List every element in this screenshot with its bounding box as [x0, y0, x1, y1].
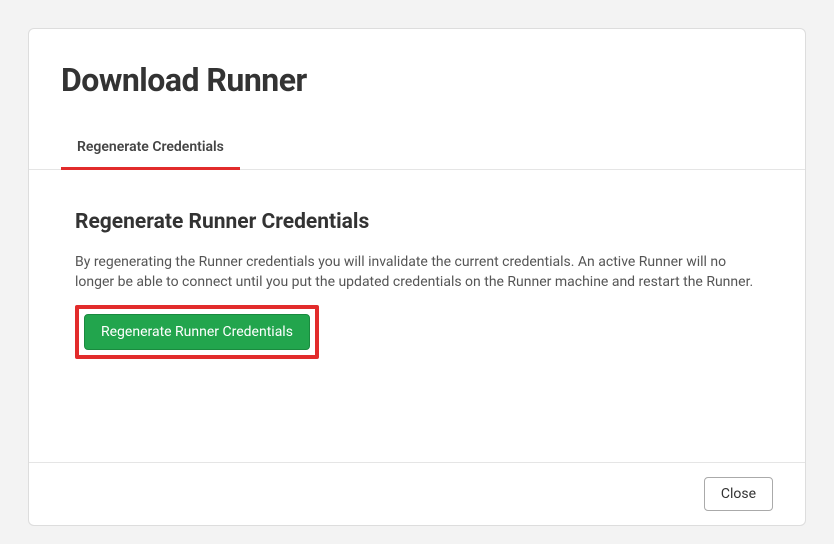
regenerate-credentials-button[interactable]: Regenerate Runner Credentials [84, 314, 310, 350]
download-runner-modal: Download Runner Regenerate Credentials R… [28, 28, 806, 526]
section-title: Regenerate Runner Credentials [75, 210, 759, 234]
close-button[interactable]: Close [704, 477, 773, 511]
modal-title: Download Runner [61, 61, 773, 99]
tab-regenerate-credentials[interactable]: Regenerate Credentials [61, 127, 240, 170]
modal-header: Download Runner [29, 29, 805, 127]
section-text: By regenerating the Runner credentials y… [75, 252, 759, 293]
highlight-box: Regenerate Runner Credentials [75, 305, 319, 359]
modal-body: Regenerate Runner Credentials By regener… [29, 170, 805, 463]
modal-footer: Close [29, 463, 805, 525]
tabs-bar: Regenerate Credentials [29, 127, 805, 170]
